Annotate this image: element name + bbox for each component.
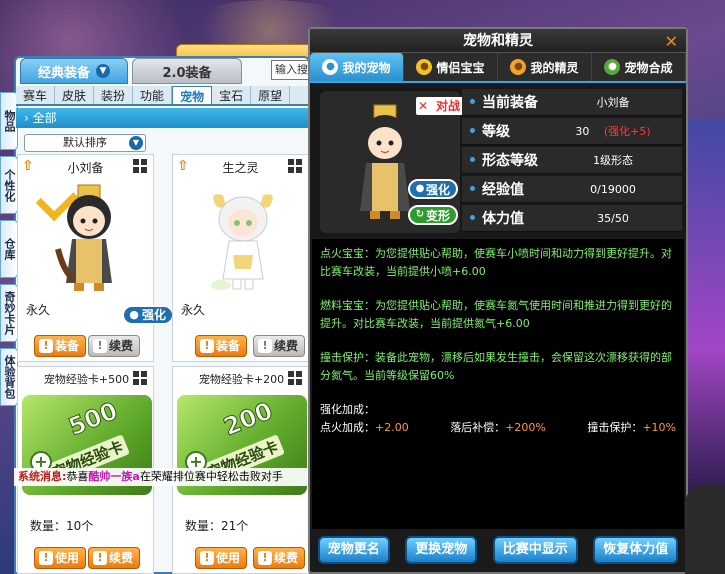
skill-collision-protect: 撞击保护：装备此宠物，漂移后如果发生撞击，会保留这次漂移获得的部分氮气。当前等级… xyxy=(320,351,672,382)
pet-portrait: ✕ 对战 ● 强化 ↻ 变形 xyxy=(320,91,464,233)
paw-icon: ● xyxy=(129,308,139,321)
sort-dropdown[interactable]: 默认排序 ▼ xyxy=(24,134,146,152)
exclamation-icon: ! xyxy=(258,551,272,565)
pet-spirit-dialog: 宠物和精灵 ✕ ● 我的宠物 ● 情侣宝宝 ● 我的精灵 ● 宠物合成 ✕ 对战… xyxy=(308,27,688,574)
tab-my-spirit[interactable]: ● 我的精灵 xyxy=(498,53,592,81)
tab-classic-equipment[interactable]: 经典装备 ▼ xyxy=(20,58,128,84)
pet-shengzhiling-image xyxy=(211,194,273,290)
exclamation-icon: ! xyxy=(39,339,53,353)
renew-button[interactable]: ! 续费 xyxy=(253,547,306,569)
tab-couple-baby[interactable]: ● 情侣宝宝 xyxy=(404,53,498,81)
baby-icon: ● xyxy=(416,59,433,75)
pet-skill-description: 点火宝宝：为您提供贴心帮助，使赛车小喷时间和动力得到更好提升。对比赛车改装，当前… xyxy=(312,239,684,529)
exclamation-icon: ! xyxy=(200,339,214,353)
inventory-top-tabs: 经典装备 ▼ 2.0装备 xyxy=(20,58,242,84)
exclamation-icon: ! xyxy=(39,551,53,565)
info-row-level: 等级 30 (强化+5) xyxy=(462,118,682,145)
spirit-icon: ● xyxy=(510,59,527,75)
restore-stamina-button[interactable]: 恢复体力值 xyxy=(593,536,679,564)
use-button[interactable]: ! 使用 xyxy=(34,547,87,569)
sub-tab-outfit[interactable]: 装扮 xyxy=(94,86,134,104)
exclamation-icon: ! xyxy=(258,339,272,353)
info-row-exp: 经验值 0/19000 xyxy=(462,176,682,203)
dialog-tabs: ● 我的宠物 ● 情侣宝宝 ● 我的精灵 ● 宠物合成 xyxy=(310,53,686,83)
paw-icon: ● xyxy=(322,59,339,75)
battle-tag[interactable]: ✕ 对战 xyxy=(416,97,464,115)
renew-button[interactable]: ! 续费 xyxy=(253,335,306,357)
tab-equipment-2[interactable]: 2.0装备 xyxy=(132,58,242,84)
side-category-tabs: 物品 个性化 仓库 奇妙卡片 体验背包 xyxy=(0,92,18,412)
filter-all[interactable]: › 全部 xyxy=(16,108,308,128)
chevron-down-icon: ▼ xyxy=(129,136,143,150)
use-button[interactable]: ! 使用 xyxy=(195,547,248,569)
side-tab-trial-bag[interactable]: 体验背包 xyxy=(0,348,18,406)
dialog-action-buttons: 宠物更名 更换宠物 比赛中显示 恢复体力值 xyxy=(310,536,686,564)
exclamation-icon: ! xyxy=(93,339,107,353)
enhance-badge[interactable]: ● 强化 xyxy=(122,305,174,325)
enhance-bonus-title: 强化加成： xyxy=(320,403,375,416)
close-icon[interactable]: ✕ xyxy=(665,30,678,54)
pet-info-panel: ✕ 对战 ● 强化 ↻ 变形 当前装备 小刘备 等级 30 (强化+5) 形态等级 1… xyxy=(310,87,686,237)
grid-icon[interactable] xyxy=(133,159,147,173)
skill-ignition: 点火宝宝：为您提供贴心帮助，使赛车小喷时间和动力得到更好提升。对比赛车改装，当前… xyxy=(320,247,672,278)
info-row-current-equip: 当前装备 小刘备 xyxy=(462,89,682,116)
side-tab-warehouse[interactable]: 仓库 xyxy=(0,220,18,278)
exclamation-icon: ! xyxy=(93,551,107,565)
skill-fuel: 燃料宝宝：为您提供贴心帮助，使赛车氮气使用时间和推进力得到更好的提升。对比赛车改… xyxy=(320,299,672,330)
pet-card[interactable]: ⇧ 生之灵 永久 ! 装备 ! 续费 xyxy=(172,154,309,362)
pet-liubei-image xyxy=(55,184,112,291)
show-in-race-button[interactable]: 比赛中显示 xyxy=(492,536,578,564)
grid-icon[interactable] xyxy=(288,159,302,173)
exclamation-icon: ! xyxy=(200,551,214,565)
system-message-ticker: 系统消息:恭喜酷帅一族a在荣耀排位赛中轻松击败对手 xyxy=(14,468,310,486)
info-row-stamina: 体力值 35/50 xyxy=(462,205,682,232)
grid-icon[interactable] xyxy=(133,371,147,385)
turtle-icon: ● xyxy=(604,59,621,75)
equip-button[interactable]: ! 装备 xyxy=(195,335,248,357)
equip-button[interactable]: ! 装备 xyxy=(34,335,87,357)
background-character xyxy=(685,484,725,574)
change-pet-button[interactable]: 更换宠物 xyxy=(405,536,478,564)
sub-tab-pet[interactable]: 宠物 xyxy=(172,86,213,104)
pet-card[interactable]: ⇧ 小刘备 永久 ● 强化 ! 装备 ! 续费 xyxy=(17,154,174,362)
refresh-icon: ↻ xyxy=(415,209,425,220)
side-tab-cards[interactable]: 奇妙卡片 xyxy=(0,284,18,342)
paw-icon: ● xyxy=(415,183,425,194)
enhance-tag[interactable]: ● 强化 xyxy=(408,179,458,199)
pet-liubei-portrait xyxy=(360,104,410,219)
dialog-title: 宠物和精灵 ✕ xyxy=(310,29,686,53)
transform-tag[interactable]: ↻ 变形 xyxy=(408,205,458,225)
sub-category-tabs: 赛车 皮肤 装扮 功能 宠物 宝石 原望 xyxy=(16,86,308,106)
sub-tab-function[interactable]: 功能 xyxy=(133,86,173,104)
renew-button[interactable]: ! 续费 xyxy=(88,335,141,357)
renew-button[interactable]: ! 续费 xyxy=(88,547,141,569)
side-tab-personalize[interactable]: 个性化 xyxy=(0,156,18,214)
info-row-form-level: 形态等级 1级形态 xyxy=(462,147,682,174)
sub-tab-skin[interactable]: 皮肤 xyxy=(55,86,95,104)
chevron-down-icon[interactable]: ▼ xyxy=(96,64,110,78)
crossed-swords-icon: ✕ xyxy=(418,99,429,113)
tab-my-pet[interactable]: ● 我的宠物 xyxy=(310,53,404,81)
enhance-bonus-stats: 点火加成：+2.00 落后补偿：+200% 撞击保护：+10% xyxy=(320,421,676,434)
rename-pet-button[interactable]: 宠物更名 xyxy=(317,536,390,564)
sub-tab-car[interactable]: 赛车 xyxy=(16,86,56,104)
grid-icon[interactable] xyxy=(288,371,302,385)
sub-tab-wish[interactable]: 原望 xyxy=(251,86,291,104)
sub-tab-gem[interactable]: 宝石 xyxy=(212,86,252,104)
tab-pet-synthesis[interactable]: ● 宠物合成 xyxy=(592,53,686,81)
